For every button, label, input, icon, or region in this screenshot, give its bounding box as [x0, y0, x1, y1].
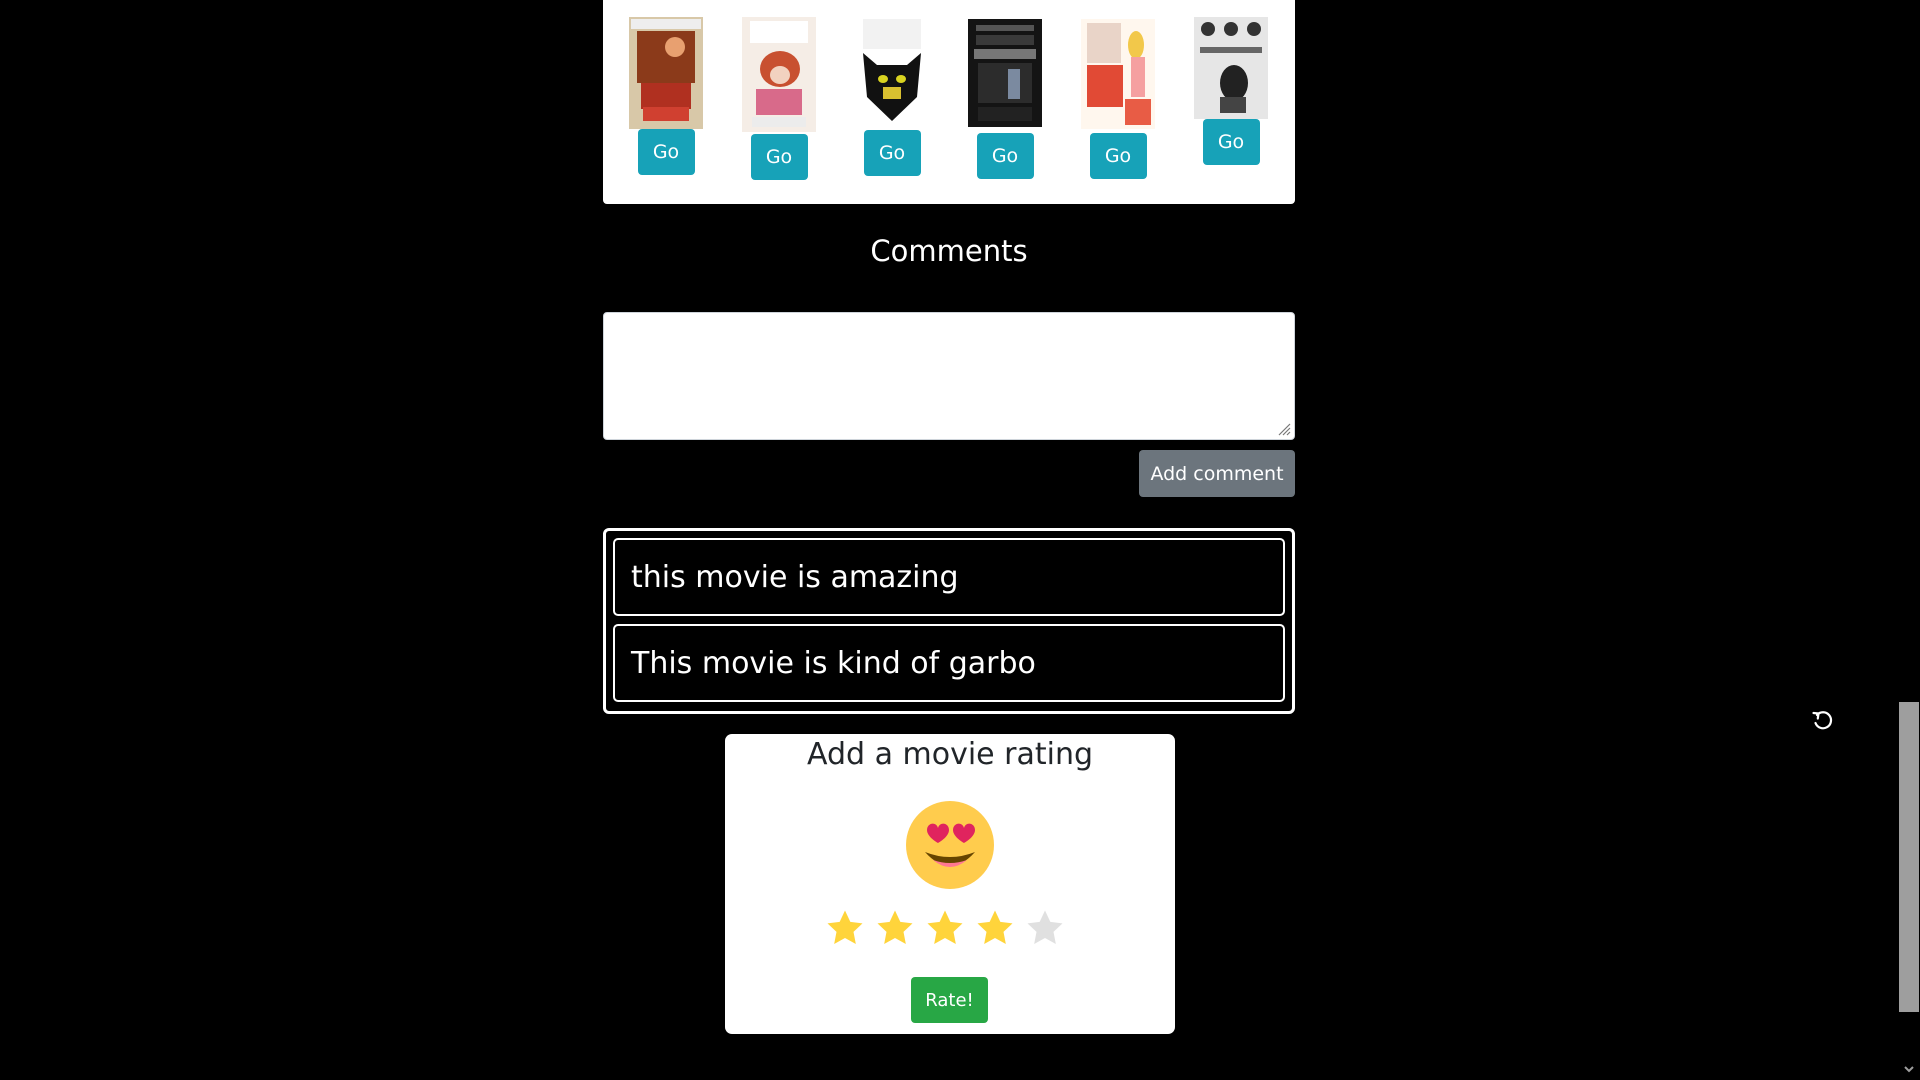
star-icon-1[interactable] [825, 908, 865, 948]
go-button[interactable]: Go [637, 129, 695, 175]
add-comment-button[interactable]: Add comment [1139, 450, 1295, 497]
go-button[interactable]: Go [1202, 119, 1260, 165]
poster-vincent[interactable] [1194, 17, 1268, 119]
rate-button[interactable]: Rate! [911, 977, 988, 1023]
refresh-icon[interactable] [1811, 709, 1835, 733]
rating-card: Add a movie rating Rate! [725, 734, 1175, 1034]
go-button[interactable]: Go [1089, 133, 1147, 179]
heart-eyes-emoji-icon [906, 801, 994, 889]
go-button[interactable]: Go [750, 134, 808, 180]
poster-tomb-of-ligeia[interactable] [855, 17, 929, 130]
star-icon-3[interactable] [925, 908, 965, 948]
star-icon-4[interactable] [975, 908, 1015, 948]
page: Go Go Go Go Go Go Comments Add comment t… [0, 0, 1920, 1080]
poster-dr-goldfoot[interactable] [1081, 19, 1155, 129]
poster-great-mouse-detective[interactable] [742, 17, 816, 132]
poster-item: Go [734, 17, 824, 180]
scrollbar-thumb[interactable] [1899, 702, 1919, 1012]
go-button[interactable]: Go [976, 133, 1034, 179]
star-icon-5[interactable] [1025, 908, 1065, 948]
star-rating[interactable] [825, 908, 1065, 948]
related-movies-card: Go Go Go Go Go Go [603, 0, 1295, 204]
poster-item: Go [847, 17, 937, 176]
poster-item: Go [1073, 19, 1163, 179]
poster-item: Go [621, 17, 711, 175]
comments-heading: Comments [870, 234, 1028, 268]
poster-house-of-wax[interactable] [629, 17, 703, 129]
rating-title: Add a movie rating [806, 737, 1094, 772]
comment-item: this movie is amazing [613, 538, 1285, 616]
resize-grip-icon[interactable] [1277, 422, 1291, 436]
poster-house-of-usher[interactable] [968, 19, 1042, 127]
comment-input[interactable] [603, 312, 1295, 440]
poster-item: Go [1186, 17, 1276, 165]
star-icon-2[interactable] [875, 908, 915, 948]
comment-list: this movie is amazing This movie is kind… [603, 528, 1295, 714]
poster-item: Go [960, 19, 1050, 179]
go-button[interactable]: Go [863, 130, 921, 176]
scroll-down-arrow-icon[interactable] [1902, 1062, 1916, 1076]
comment-item: This movie is kind of garbo [613, 624, 1285, 702]
